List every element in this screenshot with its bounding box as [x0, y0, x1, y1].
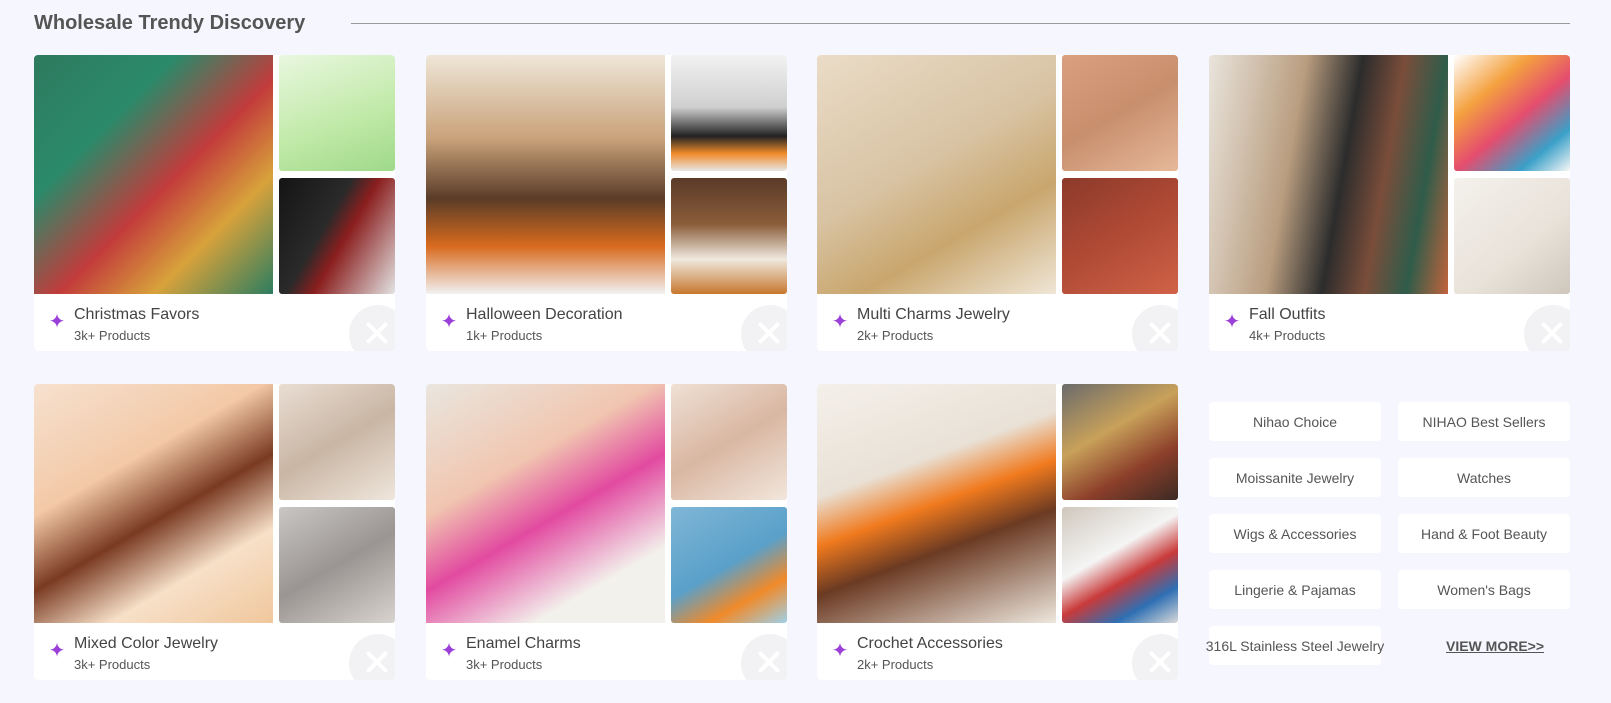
- sparkle-icon: ✦: [48, 311, 66, 333]
- sparkle-icon: ✦: [48, 640, 66, 662]
- section-title: Wholesale Trendy Discovery: [34, 11, 306, 34]
- tag-wigs-accessories[interactable]: Wigs & Accessories: [1209, 514, 1381, 553]
- card-footer: ✦ Enamel Charms 3k+ Products: [426, 623, 787, 680]
- nihao-logo-icon: [349, 305, 395, 351]
- card-footer: ✦ Mixed Color Jewelry 3k+ Products: [34, 623, 395, 680]
- category-image-side: [279, 507, 395, 623]
- category-image-side: [671, 178, 787, 294]
- sparkle-icon: ✦: [831, 311, 849, 333]
- card-product-count: 2k+ Products: [857, 328, 934, 343]
- card-product-count: 1k+ Products: [466, 328, 543, 343]
- category-image-side: [279, 178, 395, 294]
- sparkle-icon: ✦: [440, 640, 458, 662]
- card-footer: ✦ Multi Charms Jewelry 2k+ Products: [817, 294, 1178, 351]
- category-image-side: [1454, 178, 1570, 294]
- tag-lingerie-pajamas[interactable]: Lingerie & Pajamas: [1209, 570, 1381, 609]
- card-title: Christmas Favors: [74, 306, 200, 323]
- tag-womens-bags[interactable]: Women's Bags: [1398, 570, 1570, 609]
- category-card-halloween-decoration[interactable]: ✦ Halloween Decoration 1k+ Products: [426, 55, 787, 351]
- card-title: Enamel Charms: [466, 635, 581, 652]
- nihao-logo-icon: [1132, 305, 1178, 351]
- card-product-count: 2k+ Products: [857, 657, 934, 672]
- tag-316l-stainless-steel-jewelry[interactable]: 316L Stainless Steel Jewelry: [1206, 626, 1384, 665]
- nihao-logo-icon: [1132, 634, 1178, 680]
- category-image-side: [279, 384, 395, 500]
- category-card-mixed-color-jewelry[interactable]: ✦ Mixed Color Jewelry 3k+ Products: [34, 384, 395, 680]
- card-title: Fall Outfits: [1249, 306, 1326, 323]
- category-card-crochet-accessories[interactable]: ✦ Crochet Accessories 2k+ Products: [817, 384, 1178, 680]
- tag-hand-foot-beauty[interactable]: Hand & Foot Beauty: [1398, 514, 1570, 553]
- category-image-main: [34, 55, 273, 294]
- header-divider: [351, 22, 1570, 24]
- card-product-count: 3k+ Products: [74, 657, 151, 672]
- section-header: Wholesale Trendy Discovery: [34, 8, 1570, 38]
- card-product-count: 3k+ Products: [74, 328, 151, 343]
- card-title: Mixed Color Jewelry: [74, 635, 219, 652]
- category-image-side: [671, 507, 787, 623]
- category-card-enamel-charms[interactable]: ✦ Enamel Charms 3k+ Products: [426, 384, 787, 680]
- card-title: Crochet Accessories: [857, 635, 1003, 652]
- category-card-christmas-favors[interactable]: ✦ Christmas Favors 3k+ Products: [34, 55, 395, 351]
- category-image-main: [817, 384, 1056, 623]
- sparkle-icon: ✦: [831, 640, 849, 662]
- category-image-main: [817, 55, 1056, 294]
- card-footer: ✦ Halloween Decoration 1k+ Products: [426, 294, 787, 351]
- view-more-link[interactable]: VIEW MORE>>: [1409, 626, 1581, 665]
- category-image-side: [671, 55, 787, 171]
- sparkle-icon: ✦: [440, 311, 458, 333]
- category-card-multi-charms-jewelry[interactable]: ✦ Multi Charms Jewelry 2k+ Products: [817, 55, 1178, 351]
- category-image-main: [34, 384, 273, 623]
- nihao-logo-icon: [1524, 305, 1570, 351]
- card-product-count: 3k+ Products: [466, 657, 543, 672]
- tag-nihao-best-sellers[interactable]: NIHAO Best Sellers: [1398, 402, 1570, 441]
- sparkle-icon: ✦: [1223, 311, 1241, 333]
- category-image-side: [1454, 55, 1570, 171]
- nihao-logo-icon: [741, 634, 787, 680]
- category-image-main: [1209, 55, 1448, 294]
- category-card-fall-outfits[interactable]: ✦ Fall Outfits 4k+ Products: [1209, 55, 1570, 351]
- category-image-side: [1062, 384, 1178, 500]
- category-image-side: [1062, 178, 1178, 294]
- nihao-logo-icon: [741, 305, 787, 351]
- category-image-main: [426, 384, 665, 623]
- card-product-count: 4k+ Products: [1249, 328, 1326, 343]
- category-image-main: [426, 55, 665, 294]
- tag-watches[interactable]: Watches: [1398, 458, 1570, 497]
- card-footer: ✦ Christmas Favors 3k+ Products: [34, 294, 395, 351]
- tag-nihao-choice[interactable]: Nihao Choice: [1209, 402, 1381, 441]
- category-image-side: [1062, 55, 1178, 171]
- category-image-side: [671, 384, 787, 500]
- category-image-side: [279, 55, 395, 171]
- card-title: Halloween Decoration: [466, 306, 623, 323]
- card-footer: ✦ Crochet Accessories 2k+ Products: [817, 623, 1178, 680]
- nihao-logo-icon: [349, 634, 395, 680]
- tag-moissanite-jewelry[interactable]: Moissanite Jewelry: [1209, 458, 1381, 497]
- card-title: Multi Charms Jewelry: [857, 306, 1010, 323]
- card-footer: ✦ Fall Outfits 4k+ Products: [1209, 294, 1570, 351]
- category-image-side: [1062, 507, 1178, 623]
